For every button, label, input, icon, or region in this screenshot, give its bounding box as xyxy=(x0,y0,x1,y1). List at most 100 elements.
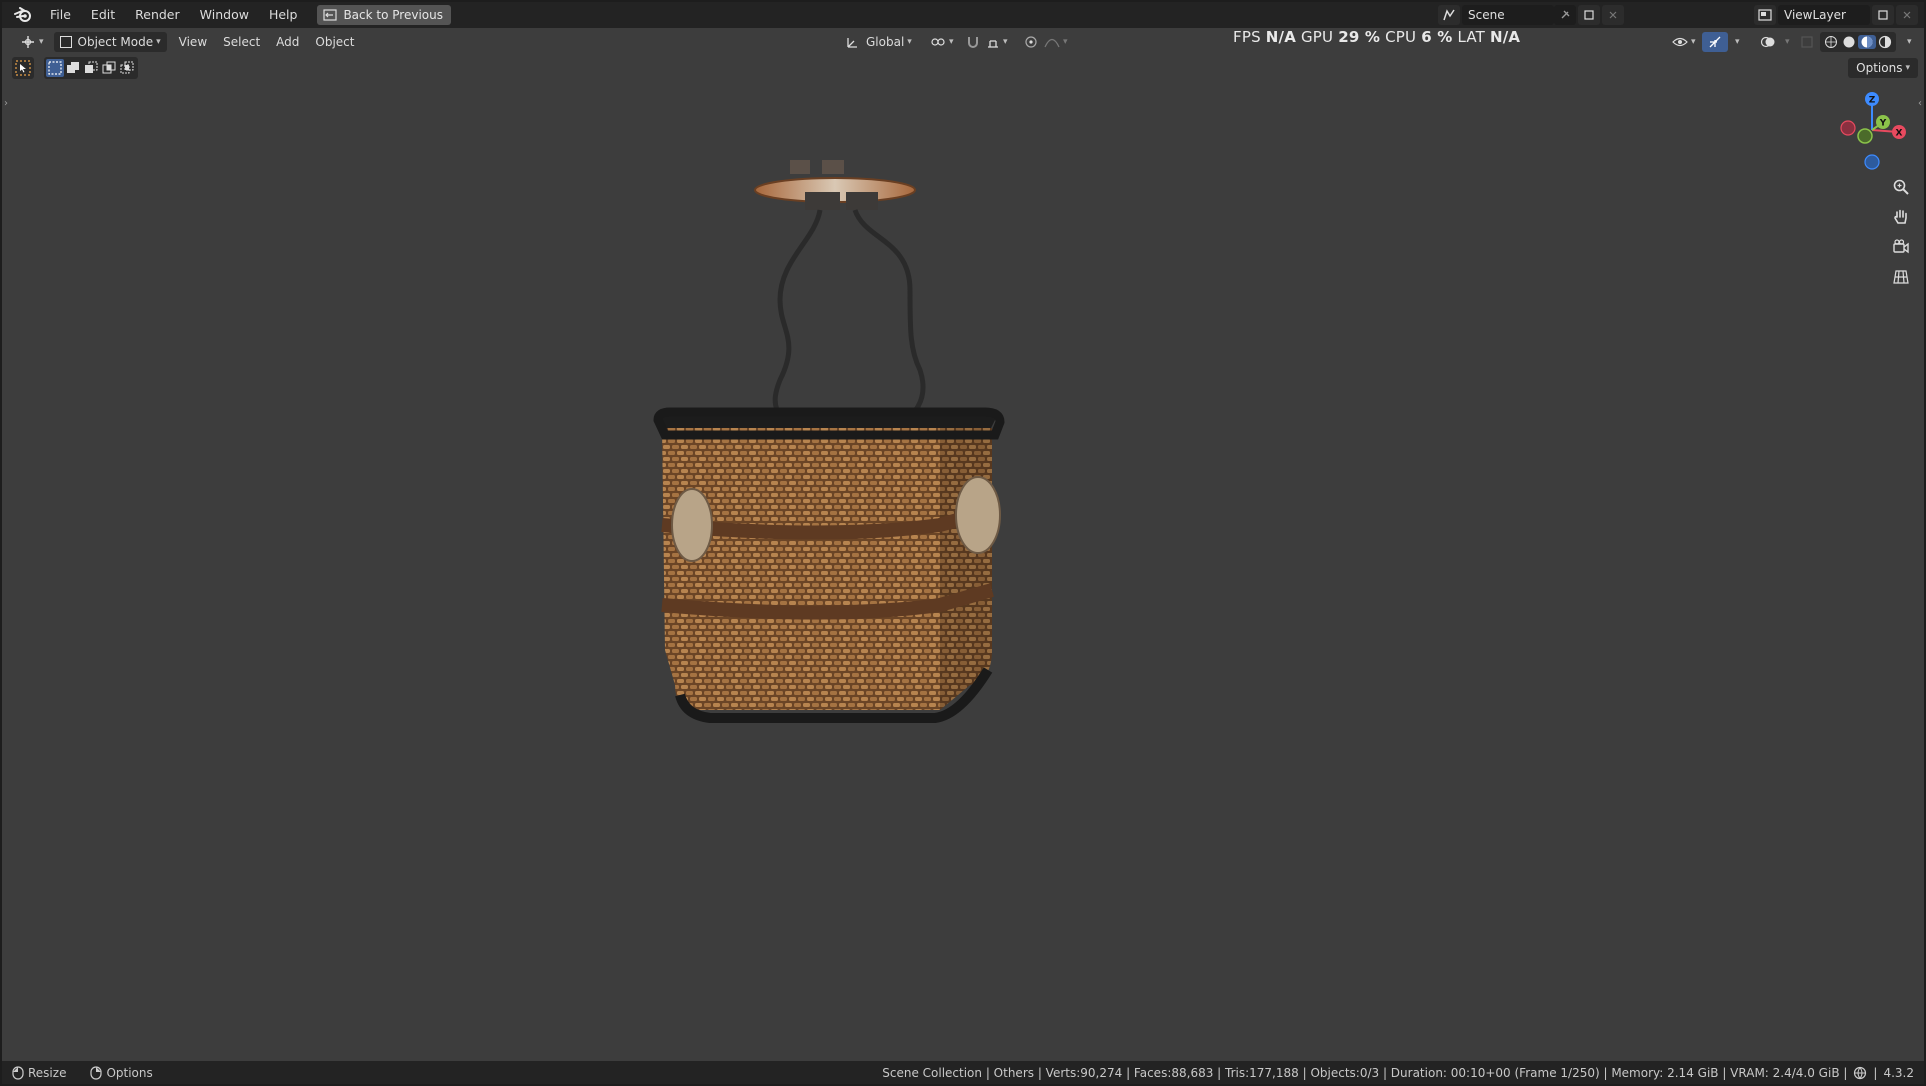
material-preview-shading-icon[interactable] xyxy=(1858,35,1876,49)
snap-target-dropdown[interactable]: ▾ xyxy=(980,32,1014,52)
back-to-previous-label: Back to Previous xyxy=(343,8,443,22)
rendered-shading-icon[interactable] xyxy=(1876,35,1894,49)
editor-type-button[interactable]: ▾ xyxy=(14,32,50,52)
proportional-edit-icon xyxy=(1025,36,1037,48)
mouse-right-icon xyxy=(90,1065,103,1080)
status-bar: Resize Options Scene Collection | Others… xyxy=(2,1061,1924,1084)
delete-scene-icon[interactable] xyxy=(1602,5,1624,25)
snap-target-icon xyxy=(988,40,998,48)
lat-label: LAT xyxy=(1457,28,1486,46)
add-menu[interactable]: Add xyxy=(270,32,305,52)
shading-mode-group xyxy=(1820,32,1896,52)
scene-name: Scene xyxy=(1468,8,1505,22)
gizmo-toggle[interactable] xyxy=(1702,32,1728,52)
status-hints: Resize Options xyxy=(12,1066,177,1080)
lat-value: N/A xyxy=(1489,28,1521,46)
solid-shading-icon[interactable] xyxy=(1840,35,1858,49)
gizmo-neg-x[interactable] xyxy=(1840,120,1856,136)
transform-orientation-dropdown[interactable]: Global ▾ xyxy=(840,32,918,52)
fps-label: FPS xyxy=(1233,28,1261,46)
object-mode-label: Object Mode xyxy=(77,35,154,49)
overlays-icon xyxy=(1760,36,1775,48)
scene-type-icon[interactable] xyxy=(1438,5,1460,25)
menu-edit[interactable]: Edit xyxy=(81,2,125,28)
cpu-value: 6 % xyxy=(1421,28,1453,46)
perspective-toggle-icon[interactable] xyxy=(1888,264,1914,290)
viewport-options-label: Options xyxy=(1856,61,1903,75)
options-hint: Options xyxy=(90,1066,164,1080)
overlays-dropdown[interactable]: ▾ xyxy=(1776,32,1796,52)
blender-logo-icon[interactable] xyxy=(12,4,34,26)
menu-file[interactable]: File xyxy=(40,2,81,28)
gizmo-x-label: X xyxy=(1896,129,1903,139)
subtract-selection-icon[interactable] xyxy=(82,59,100,77)
xray-icon xyxy=(1801,36,1813,48)
fps-value: N/A xyxy=(1265,28,1297,46)
mouse-left-icon xyxy=(12,1065,24,1080)
performance-stats: FPS N/A GPU 29 % CPU 6 % LAT N/A xyxy=(1233,28,1520,46)
view-layer-icon[interactable] xyxy=(1754,5,1776,25)
scene-name-field[interactable]: Scene xyxy=(1462,5,1554,25)
gizmo-z-label: Z xyxy=(1869,96,1876,106)
new-scene-icon[interactable] xyxy=(1578,5,1600,25)
back-to-previous-button[interactable]: Back to Previous xyxy=(317,5,451,25)
view-layer-name: ViewLayer xyxy=(1784,8,1846,22)
camera-view-icon[interactable] xyxy=(1888,234,1914,260)
magnet-icon xyxy=(968,37,978,48)
pivot-icon xyxy=(931,38,945,46)
select-box-tool[interactable] xyxy=(12,57,34,79)
cpu-label: CPU xyxy=(1385,28,1417,46)
gizmo-icon xyxy=(1709,36,1721,48)
object-mode-icon xyxy=(59,36,72,48)
new-view-layer-icon[interactable] xyxy=(1872,5,1894,25)
pin-icon[interactable] xyxy=(1554,5,1576,25)
xray-toggle[interactable] xyxy=(1794,32,1820,52)
cursor-select-icon xyxy=(15,60,31,76)
gizmo-y-label: Y xyxy=(1879,119,1887,129)
pan-hand-icon[interactable] xyxy=(1888,204,1914,230)
view-layer-selector: ViewLayer xyxy=(1754,4,1918,26)
object-mode-dropdown[interactable]: Object Mode ▾ xyxy=(53,32,167,52)
scene-statistics: Scene Collection | Others | Verts:90,274… xyxy=(882,1065,1914,1080)
object-menu[interactable]: Object xyxy=(309,32,360,52)
view-layer-name-field[interactable]: ViewLayer xyxy=(1778,5,1870,25)
select-tool-row xyxy=(12,57,138,79)
orientation-label: Global xyxy=(866,35,905,49)
viewport-options-dropdown[interactable]: Options ▾ xyxy=(1848,58,1918,78)
pivot-point-dropdown[interactable]: ▾ xyxy=(924,32,960,52)
zoom-icon[interactable] xyxy=(1888,174,1914,200)
set-new-selection-icon[interactable] xyxy=(46,59,64,77)
gizmo-dropdown[interactable]: ▾ xyxy=(1726,32,1746,52)
menu-help[interactable]: Help xyxy=(259,2,308,28)
select-menu[interactable]: Select xyxy=(217,32,266,52)
blender-version: 4.3.2 xyxy=(1883,1065,1914,1080)
gpu-label: GPU xyxy=(1300,28,1334,46)
falloff-dropdown[interactable]: ▾ xyxy=(1038,32,1074,52)
visibility-dropdown[interactable]: ▾ xyxy=(1666,32,1702,52)
invert-selection-icon[interactable] xyxy=(100,59,118,77)
toolbar-expand-arrow-icon[interactable]: › xyxy=(4,98,8,109)
menu-window[interactable]: Window xyxy=(190,2,259,28)
shading-dropdown[interactable]: ▾ xyxy=(1898,32,1918,52)
menu-render[interactable]: Render xyxy=(125,2,190,28)
back-icon xyxy=(323,9,338,21)
view-menu[interactable]: View xyxy=(173,32,213,52)
delete-view-layer-icon[interactable] xyxy=(1896,5,1918,25)
scene-info-text: Scene Collection | Others | Verts:90,274… xyxy=(882,1065,1848,1080)
intersect-selection-icon[interactable] xyxy=(118,59,136,77)
gizmo-neg-z[interactable] xyxy=(1864,154,1880,170)
scene-selector: Scene xyxy=(1438,4,1624,26)
viewport-header: ▾ Object Mode ▾ View Select Add Object Gl… xyxy=(2,30,1924,54)
viewport-navigation-buttons xyxy=(1888,174,1914,294)
resize-label: Resize xyxy=(28,1065,67,1080)
selection-mode-group xyxy=(44,57,138,79)
options-label: Options xyxy=(106,1065,153,1080)
extend-selection-icon[interactable] xyxy=(64,59,82,77)
gizmo-neg-y[interactable] xyxy=(1857,128,1873,144)
navigation-gizmo[interactable]: Z Y X xyxy=(1828,88,1908,174)
wireframe-shading-icon[interactable] xyxy=(1822,35,1840,49)
selectability-icon xyxy=(1672,37,1688,47)
basket-3d-model[interactable] xyxy=(640,150,1030,740)
resize-hint: Resize xyxy=(12,1066,78,1080)
sidebar-expand-arrow-icon[interactable]: ‹ xyxy=(1918,98,1922,109)
